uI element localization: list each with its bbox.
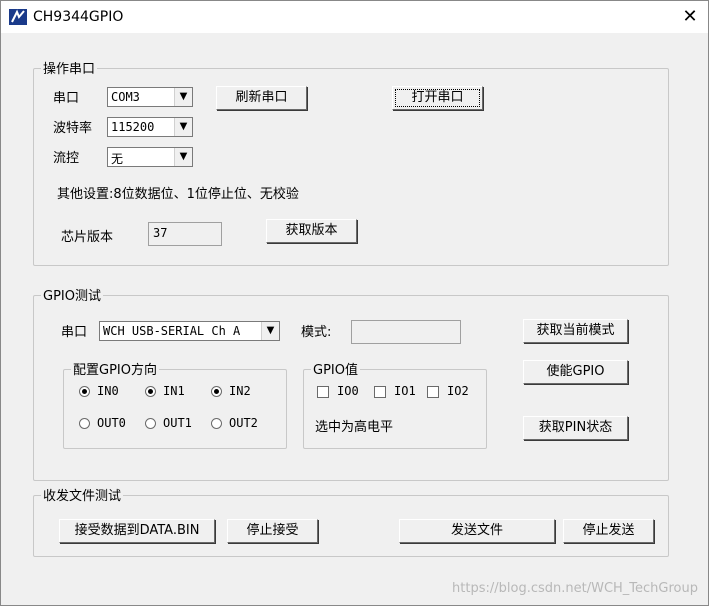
gpio-port-label: 串口 xyxy=(61,325,88,340)
port-select[interactable]: COM3 ▼ xyxy=(107,87,193,107)
radio-in0[interactable] xyxy=(79,386,90,397)
refresh-port-button[interactable]: 刷新串口 xyxy=(216,86,307,110)
gpio-group-title: GPIO测试 xyxy=(41,285,103,304)
radio-out1-label: OUT1 xyxy=(163,416,192,430)
radio-out1[interactable] xyxy=(145,418,156,429)
radio-in1[interactable] xyxy=(145,386,156,397)
flow-select[interactable]: 无 ▼ xyxy=(107,147,193,167)
flow-label: 流控 xyxy=(53,151,80,166)
radio-out2[interactable] xyxy=(211,418,222,429)
title-bar: CH9344GPIO ✕ xyxy=(1,1,708,33)
gpio-port-select[interactable]: WCH USB-SERIAL Ch A ▼ xyxy=(99,321,280,341)
window-title: CH9344GPIO xyxy=(33,9,124,25)
watermark: https://blog.csdn.net/WCH_TechGroup xyxy=(452,581,698,596)
radio-in2-label: IN2 xyxy=(229,384,251,398)
app-icon xyxy=(9,9,27,25)
gpio-value-group-title: GPIO值 xyxy=(311,359,360,378)
baud-select[interactable]: 115200 ▼ xyxy=(107,117,193,137)
open-port-button[interactable]: 打开串口 xyxy=(392,86,483,110)
radio-in2[interactable] xyxy=(211,386,222,397)
other-settings-text: 其他设置:8位数据位、1位停止位、无校验 xyxy=(57,187,299,202)
checkbox-io0-label: IO0 xyxy=(337,384,359,398)
radio-in0-label: IN0 xyxy=(97,384,119,398)
checkbox-io1[interactable] xyxy=(374,386,386,398)
radio-out0-label: OUT0 xyxy=(97,416,126,430)
gpio-value-note: 选中为高电平 xyxy=(315,420,394,435)
chevron-down-icon[interactable]: ▼ xyxy=(174,118,192,136)
gpio-port-select-value: WCH USB-SERIAL Ch A xyxy=(103,324,241,338)
get-mode-button[interactable]: 获取当前模式 xyxy=(523,319,628,343)
chip-version-field: 37 xyxy=(148,222,222,246)
port-select-value: COM3 xyxy=(111,90,140,104)
get-pin-state-button[interactable]: 获取PIN状态 xyxy=(523,416,628,440)
chip-version-label: 芯片版本 xyxy=(61,230,114,245)
chevron-down-icon[interactable]: ▼ xyxy=(174,88,192,106)
port-label: 串口 xyxy=(53,91,80,106)
checkbox-io0[interactable] xyxy=(317,386,329,398)
chevron-down-icon[interactable]: ▼ xyxy=(174,148,192,166)
app-window: CH9344GPIO ✕ 操作串口 串口 COM3 ▼ 刷新串口 打开串口 波特… xyxy=(0,0,709,606)
receive-to-file-button[interactable]: 接受数据到DATA.BIN xyxy=(59,519,215,543)
chevron-down-icon[interactable]: ▼ xyxy=(261,322,279,340)
gpio-value-group xyxy=(303,369,487,449)
send-file-button[interactable]: 发送文件 xyxy=(399,519,555,543)
baud-select-value: 115200 xyxy=(111,120,155,134)
checkbox-io2[interactable] xyxy=(427,386,439,398)
stop-receive-button[interactable]: 停止接受 xyxy=(227,519,318,543)
checkbox-io2-label: IO2 xyxy=(447,384,469,398)
mode-field xyxy=(351,320,461,344)
radio-in1-label: IN1 xyxy=(163,384,185,398)
stop-send-button[interactable]: 停止发送 xyxy=(563,519,654,543)
baud-label: 波特率 xyxy=(53,121,93,136)
flow-select-value: 无 xyxy=(111,152,124,166)
enable-gpio-button[interactable]: 使能GPIO xyxy=(523,360,628,384)
get-version-button[interactable]: 获取版本 xyxy=(266,219,357,243)
radio-out2-label: OUT2 xyxy=(229,416,258,430)
serial-group-title: 操作串口 xyxy=(41,58,98,77)
close-icon[interactable]: ✕ xyxy=(677,5,703,29)
checkbox-io1-label: IO1 xyxy=(394,384,416,398)
radio-out0[interactable] xyxy=(79,418,90,429)
file-group-title: 收发文件测试 xyxy=(41,485,124,504)
mode-label: 模式: xyxy=(301,325,332,340)
direction-group xyxy=(63,369,287,449)
direction-group-title: 配置GPIO方向 xyxy=(71,359,159,378)
